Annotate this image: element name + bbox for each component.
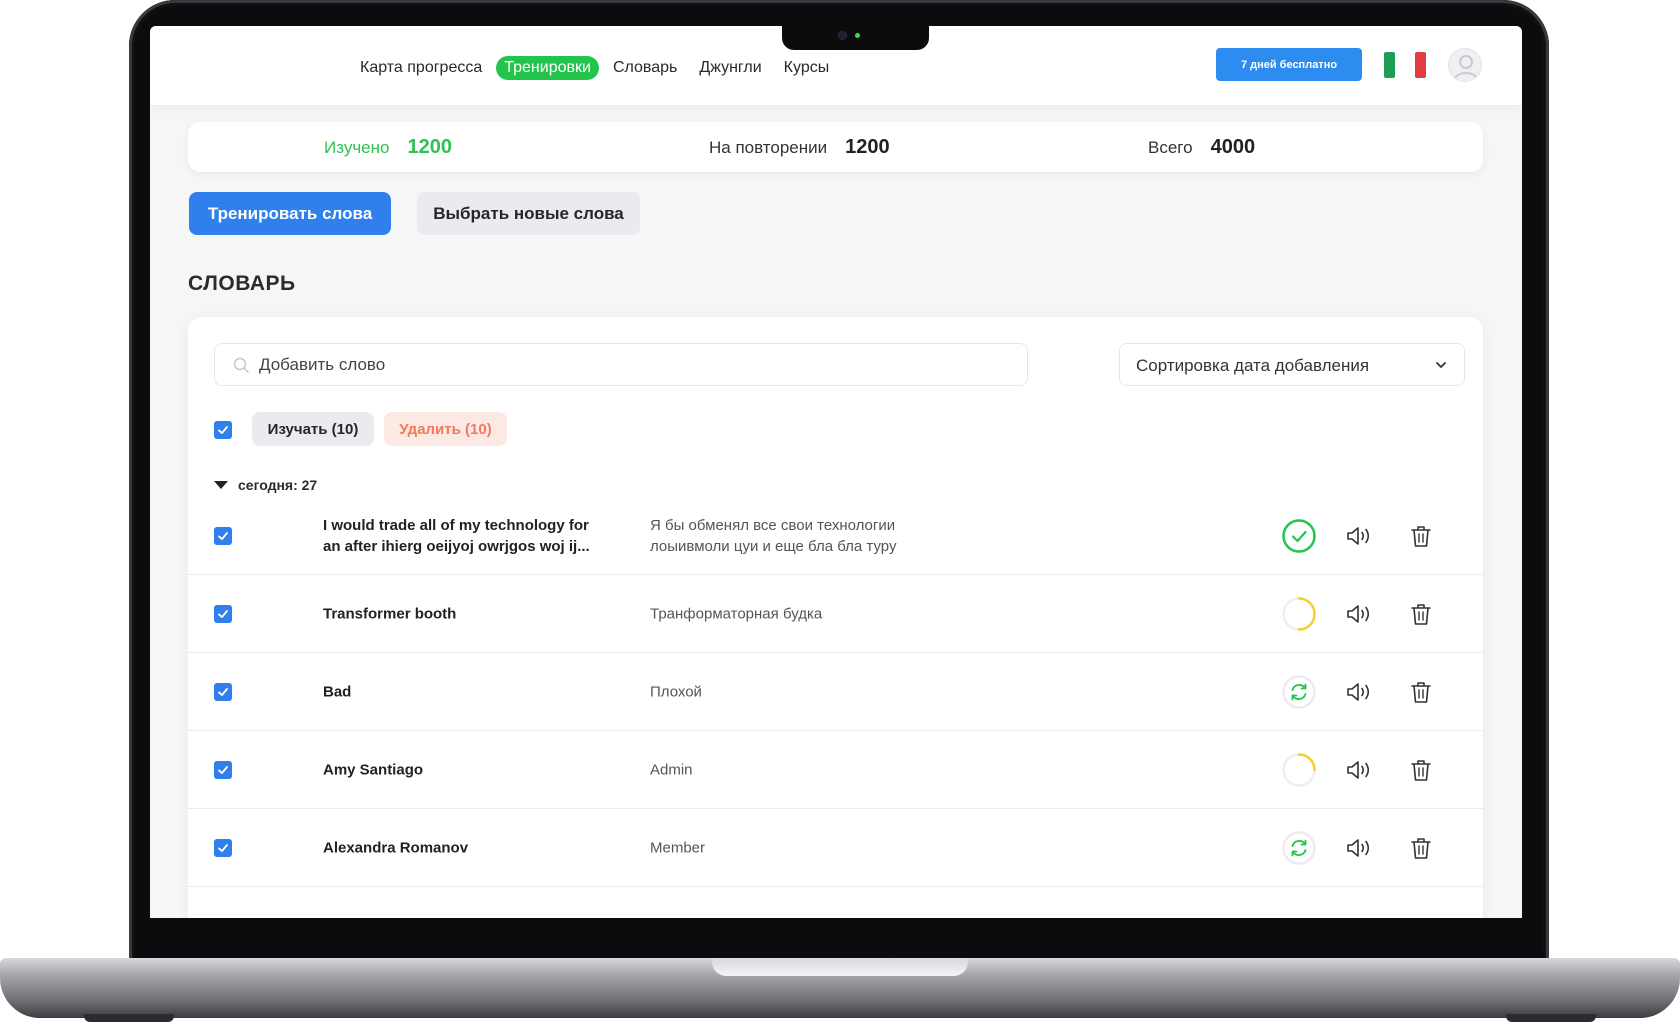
- group-label: сегодня: 27: [238, 477, 318, 493]
- checkmark-icon: [218, 610, 228, 618]
- word-text: Transformer booth: [323, 605, 457, 622]
- study-selected-button[interactable]: Изучать (10): [252, 412, 374, 446]
- translation-text: Плохой: [650, 683, 702, 700]
- speaker-icon[interactable]: [1345, 680, 1373, 704]
- row-checkbox[interactable]: [214, 683, 232, 701]
- translation-text: Admin: [650, 761, 693, 778]
- stat-review: На повторении 1200: [709, 136, 890, 159]
- progress-ring-icon[interactable]: [1281, 596, 1317, 632]
- train-words-button[interactable]: Тренировать слова: [189, 192, 391, 235]
- review-refresh-icon[interactable]: [1281, 830, 1317, 866]
- choose-new-words-button[interactable]: Выбрать новые слова: [417, 192, 640, 235]
- italian-flag-icon[interactable]: [1384, 52, 1426, 78]
- main-nav: Карта прогресса Тренировки Словарь Джунг…: [352, 56, 837, 80]
- camera-lens-icon: [839, 32, 846, 39]
- translation-text: Member: [650, 839, 706, 856]
- section-title: СЛОВАРЬ: [188, 272, 296, 295]
- stat-learned-label: Изучено: [324, 137, 390, 157]
- checkmark-icon: [218, 766, 228, 774]
- trash-icon[interactable]: [1410, 524, 1432, 548]
- search-icon: [233, 357, 249, 373]
- stat-total-label: Всего: [1148, 137, 1193, 157]
- free-trial-button[interactable]: 7 дней бесплатно: [1216, 48, 1362, 81]
- camera-led-icon: [855, 33, 860, 38]
- search-box: [214, 343, 1028, 386]
- stat-review-value: 1200: [845, 136, 890, 158]
- learned-check-icon[interactable]: [1281, 518, 1317, 554]
- speaker-icon[interactable]: [1345, 524, 1373, 548]
- flag-stripe-red: [1414, 52, 1426, 78]
- nav-trainings[interactable]: Тренировки: [496, 56, 599, 80]
- speaker-icon[interactable]: [1345, 602, 1373, 626]
- laptop-foot-left: [84, 1014, 174, 1022]
- word-list: I would trade all of my technology for a…: [188, 497, 1483, 887]
- checkmark-icon: [218, 844, 228, 852]
- trash-icon[interactable]: [1410, 836, 1432, 860]
- word-text: Bad: [323, 683, 352, 700]
- word-text: Amy Santiago: [323, 761, 424, 778]
- word-text: Alexandra Romanov: [323, 839, 469, 856]
- caret-down-icon: [214, 481, 228, 489]
- sort-select[interactable]: Сортировка дата добавления: [1119, 343, 1465, 386]
- word-text: I would trade all of my technology for a…: [323, 516, 590, 555]
- trash-icon[interactable]: [1410, 680, 1432, 704]
- checkmark-icon: [218, 426, 228, 434]
- dictionary-card: Сортировка дата добавления Изучать (10) …: [188, 317, 1483, 918]
- translation-text: Я бы обменял все свои технологии лоыивмо…: [650, 516, 897, 555]
- delete-selected-button[interactable]: Удалить (10): [384, 412, 507, 446]
- user-icon: [1454, 55, 1478, 80]
- stat-learned: Изучено 1200: [324, 136, 452, 159]
- trash-icon[interactable]: [1410, 758, 1432, 782]
- laptop-frame: Карта прогресса Тренировки Словарь Джунг…: [0, 0, 1680, 1025]
- speaker-icon[interactable]: [1345, 836, 1373, 860]
- row-checkbox[interactable]: [214, 527, 232, 545]
- stat-total: Всего 4000: [1148, 136, 1255, 159]
- add-word-input[interactable]: [259, 344, 1019, 385]
- row-checkbox[interactable]: [214, 605, 232, 623]
- laptop-opening-notch: [712, 958, 968, 976]
- review-refresh-icon[interactable]: [1281, 674, 1317, 710]
- stat-review-label: На повторении: [709, 137, 828, 157]
- word-row: Amy Santiago Admin: [188, 731, 1483, 809]
- progress-ring-icon[interactable]: [1281, 752, 1317, 788]
- stat-learned-value: 1200: [407, 136, 452, 158]
- stat-total-value: 4000: [1210, 136, 1256, 158]
- sort-label: Сортировка дата добавления: [1136, 356, 1370, 375]
- speaker-icon[interactable]: [1345, 758, 1373, 782]
- app-screen: Карта прогресса Тренировки Словарь Джунг…: [150, 26, 1522, 918]
- nav-jungle[interactable]: Джунгли: [691, 56, 769, 80]
- translation-text: Транформаторная будка: [650, 605, 823, 622]
- row-checkbox[interactable]: [214, 839, 232, 857]
- flag-stripe-white: [1399, 52, 1411, 78]
- chevron-down-icon: [1436, 362, 1446, 368]
- word-row: I would trade all of my technology for a…: [188, 497, 1483, 575]
- row-checkbox[interactable]: [214, 761, 232, 779]
- word-row: Bad Плохой: [188, 653, 1483, 731]
- nav-dictionary[interactable]: Словарь: [605, 56, 685, 80]
- user-avatar[interactable]: [1448, 48, 1482, 82]
- laptop-foot-right: [1506, 1014, 1596, 1022]
- flag-stripe-green: [1384, 52, 1396, 78]
- stats-bar: Изучено 1200 На повторении 1200 Всего 40…: [188, 122, 1483, 172]
- checkmark-icon: [218, 532, 228, 540]
- nav-courses[interactable]: Курсы: [776, 56, 838, 80]
- select-all-checkbox[interactable]: [214, 421, 232, 439]
- camera-notch: [782, 24, 929, 50]
- word-row: Transformer booth Транформаторная будка: [188, 575, 1483, 653]
- word-row: Alexandra Romanov Member: [188, 809, 1483, 887]
- group-header[interactable]: сегодня: 27: [214, 477, 317, 493]
- checkmark-icon: [218, 688, 228, 696]
- trash-icon[interactable]: [1410, 602, 1432, 626]
- nav-progress-map[interactable]: Карта прогресса: [352, 56, 490, 80]
